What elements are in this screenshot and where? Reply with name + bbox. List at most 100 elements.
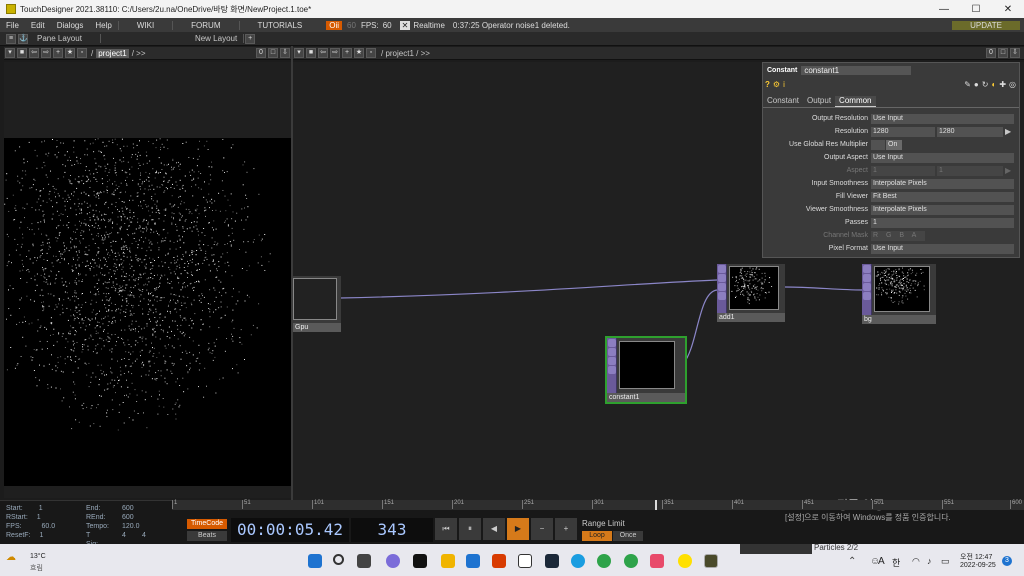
path-tail[interactable]: / >>: [129, 49, 146, 58]
loop-button[interactable]: Loop: [582, 531, 612, 541]
stop-icon[interactable]: ■: [17, 48, 27, 58]
passes-field[interactable]: 1: [871, 217, 1014, 228]
start-icon[interactable]: [308, 554, 322, 568]
node-constant1-label[interactable]: constant1: [607, 393, 685, 402]
wifi-icon[interactable]: ◠: [912, 556, 920, 567]
pause-button[interactable]: ⏸: [459, 518, 481, 540]
task-view-icon[interactable]: [357, 554, 371, 568]
aspect-y-field[interactable]: 1: [937, 165, 1003, 176]
battery-icon[interactable]: ▭: [941, 556, 950, 567]
aspect-arrow-icon[interactable]: ▶: [1003, 166, 1011, 175]
chat-icon[interactable]: [386, 554, 400, 568]
rend-field[interactable]: 600: [122, 513, 134, 522]
node-gpu-label[interactable]: Gpu: [293, 323, 341, 332]
back-icon[interactable]: ⇦: [29, 48, 39, 58]
network-stop-icon[interactable]: ■: [306, 48, 316, 58]
once-button[interactable]: Once: [613, 531, 643, 541]
pane-zero[interactable]: 0: [256, 48, 266, 58]
resetf-field[interactable]: 1: [39, 532, 43, 539]
start-field[interactable]: 1: [39, 505, 43, 512]
add-icon[interactable]: +: [53, 48, 63, 58]
mail-icon[interactable]: [466, 554, 480, 568]
timeline-fps-field[interactable]: 60.0: [42, 523, 56, 530]
add-pane-icon[interactable]: +: [245, 33, 256, 44]
pencil-icon[interactable]: ✎: [964, 80, 971, 89]
steam-icon[interactable]: [545, 554, 559, 568]
tutorials-link[interactable]: TUTORIALS: [238, 20, 321, 30]
file-explorer-icon[interactable]: [441, 554, 455, 568]
notion-icon[interactable]: [518, 554, 532, 568]
news-thumbnail[interactable]: [740, 544, 812, 554]
network-folder-icon[interactable]: ▫: [366, 48, 376, 58]
rewind-button[interactable]: ⏮: [435, 518, 457, 540]
network-pane-type-icon[interactable]: ▾: [294, 48, 304, 58]
add-param-icon[interactable]: ✚: [999, 80, 1006, 89]
timeline-ruler[interactable]: 1 51 101 151 201 251 301 351 401 451 501 551 600: [172, 500, 1024, 510]
global-res-toggle-track[interactable]: [871, 139, 885, 150]
wiki-link[interactable]: WIKI: [117, 20, 172, 30]
touchdesigner-taskbar-icon[interactable]: [704, 554, 718, 568]
music-icon[interactable]: [650, 554, 664, 568]
forward-icon[interactable]: ⇨: [41, 48, 51, 58]
pixel-format-menu[interactable]: Use Input: [871, 243, 1014, 254]
play-button[interactable]: ▶: [507, 518, 529, 540]
frame-display[interactable]: 343: [351, 518, 433, 542]
palette-icon[interactable]: ◐: [991, 80, 996, 89]
resolution-h-field[interactable]: 1280: [937, 126, 1003, 137]
network-add-icon[interactable]: +: [342, 48, 352, 58]
node-bg-label[interactable]: bg: [862, 315, 936, 324]
anchor-icon[interactable]: ⚓: [18, 33, 28, 44]
pane-menu-icon[interactable]: ≡: [6, 33, 16, 44]
resolution-w-field[interactable]: 1280: [871, 126, 935, 137]
pane-layout-button[interactable]: Pane Layout: [29, 34, 101, 43]
rstart-field[interactable]: 1: [37, 514, 41, 521]
input-smoothness-menu[interactable]: Interpolate Pixels: [871, 178, 1014, 189]
perform-mode-button[interactable]: Oii: [326, 20, 343, 30]
forum-link[interactable]: FORUM: [172, 20, 238, 30]
beats-button[interactable]: Beats: [187, 531, 227, 541]
viewer-smoothness-menu[interactable]: Interpolate Pixels: [871, 204, 1014, 215]
node-add1-label[interactable]: add1: [717, 313, 785, 322]
node-add1[interactable]: add1: [717, 264, 785, 322]
network-split-icon[interactable]: ⇩: [1010, 48, 1020, 58]
search-icon[interactable]: [333, 554, 344, 565]
fill-viewer-menu[interactable]: Fit Best: [871, 191, 1014, 202]
network-path[interactable]: / project1 / >>: [377, 49, 430, 58]
star-icon[interactable]: ★: [65, 48, 75, 58]
maximize-button[interactable]: ☐: [960, 4, 992, 15]
new-layout-button[interactable]: New Layout: [189, 34, 245, 43]
notification-badge[interactable]: 3: [1002, 556, 1012, 566]
node-gpu[interactable]: Gpu: [293, 276, 341, 332]
tab-common[interactable]: Common: [835, 96, 876, 107]
output-resolution-menu[interactable]: Use Input: [871, 113, 1014, 124]
timecode-button[interactable]: TimeCode: [187, 519, 227, 529]
op-name-field[interactable]: constant1: [801, 65, 912, 75]
tray-chevron-icon[interactable]: ⌃: [848, 556, 856, 567]
realtime-checkbox[interactable]: ✕: [399, 20, 411, 30]
comment-icon[interactable]: ●: [974, 80, 979, 89]
tempo-field[interactable]: 120.0: [122, 522, 140, 531]
chrome-profile-icon[interactable]: [624, 554, 638, 568]
menu-dialogs[interactable]: Dialogs: [51, 21, 90, 30]
tsig-a-field[interactable]: 4: [122, 531, 126, 540]
network-back-icon[interactable]: ⇦: [318, 48, 328, 58]
network-star-icon[interactable]: ★: [354, 48, 364, 58]
netflix-icon[interactable]: [413, 554, 427, 568]
menu-file[interactable]: File: [0, 21, 25, 30]
kakaotalk-icon[interactable]: [678, 554, 692, 568]
tab-constant[interactable]: Constant: [763, 96, 803, 107]
pane-maximize-icon[interactable]: □: [268, 48, 278, 58]
minimize-button[interactable]: —: [928, 4, 960, 15]
time-display[interactable]: 00:00:05.42: [231, 518, 349, 542]
viewer-pane[interactable]: [4, 62, 291, 498]
edge-icon[interactable]: [571, 554, 585, 568]
resolution-arrow-icon[interactable]: ▶: [1003, 127, 1011, 136]
step-minus-button[interactable]: −: [531, 518, 553, 540]
step-plus-button[interactable]: +: [555, 518, 577, 540]
chrome-icon[interactable]: [597, 554, 611, 568]
clock-date[interactable]: 2022-09-25: [960, 562, 996, 569]
node-constant1[interactable]: constant1: [605, 336, 687, 404]
channel-mask-buttons[interactable]: R G B A: [871, 230, 925, 241]
volume-icon[interactable]: ♪: [927, 556, 932, 566]
target-icon[interactable]: ◎: [1009, 80, 1016, 89]
